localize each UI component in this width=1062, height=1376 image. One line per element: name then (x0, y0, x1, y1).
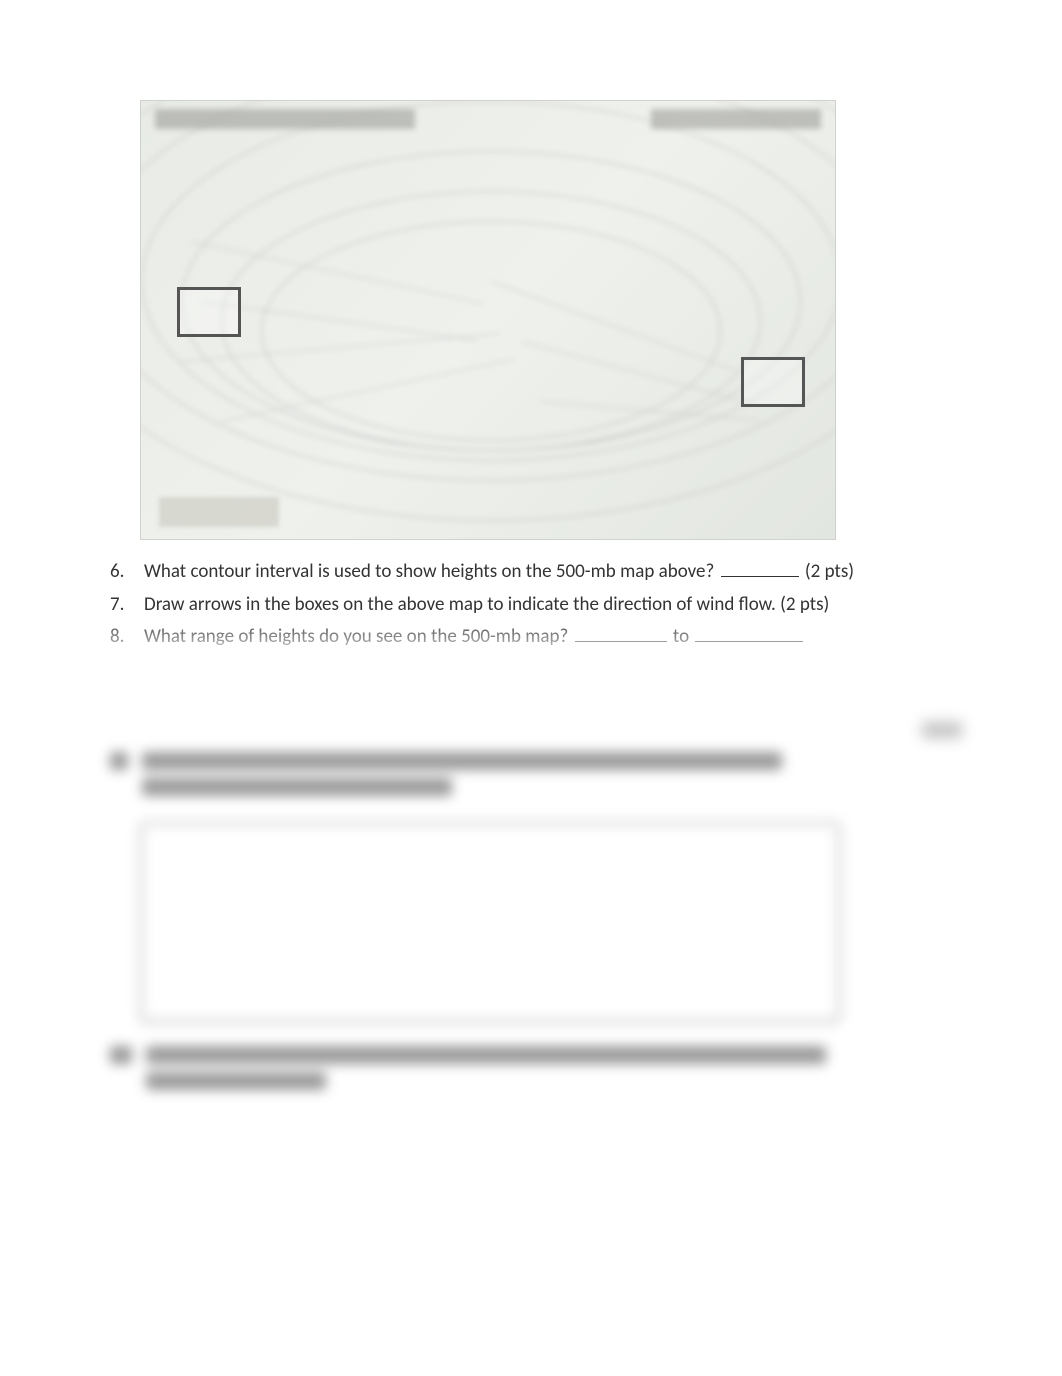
question-7: 7. Draw arrows in the boxes on the above… (110, 591, 962, 620)
blurred-line (146, 1046, 826, 1064)
q6-blank[interactable] (721, 576, 799, 577)
map-legend-blur (159, 497, 279, 527)
blurred-qnum (110, 752, 128, 770)
question-text: What contour interval is used to show he… (144, 558, 962, 587)
q6-text-before: What contour interval is used to show he… (144, 560, 719, 583)
question-number: 8. (110, 623, 144, 652)
worksheet-page: 6. What contour interval is used to show… (0, 0, 1062, 1138)
q8-mid: to (669, 625, 694, 648)
blurred-line (142, 778, 452, 796)
wind-direction-box-right[interactable] (741, 357, 805, 407)
blurred-line (142, 752, 782, 770)
q8-blank-to[interactable] (695, 641, 803, 642)
answer-textarea[interactable] (140, 822, 840, 1022)
blurred-line (146, 1072, 326, 1090)
question-text: Draw arrows in the boxes on the above ma… (144, 591, 962, 620)
q8-text-before: What range of heights do you see on the … (144, 625, 573, 648)
q8-blank-from[interactable] (575, 641, 667, 642)
question-list: 6. What contour interval is used to show… (110, 558, 962, 652)
question-number: 6. (110, 558, 144, 587)
question-number: 7. (110, 591, 144, 620)
blurred-qnum (110, 1046, 132, 1064)
map-contours-blur (141, 101, 835, 539)
blurred-content (110, 722, 962, 1098)
wind-direction-box-left[interactable] (177, 287, 241, 337)
question-8: 8. What range of heights do you see on t… (110, 623, 962, 652)
q6-text-after: (2 pts) (801, 560, 854, 583)
question-6: 6. What contour interval is used to show… (110, 558, 962, 587)
weather-map-500mb (140, 100, 836, 540)
question-text: What range of heights do you see on the … (144, 623, 962, 652)
blurred-pts (922, 722, 962, 738)
